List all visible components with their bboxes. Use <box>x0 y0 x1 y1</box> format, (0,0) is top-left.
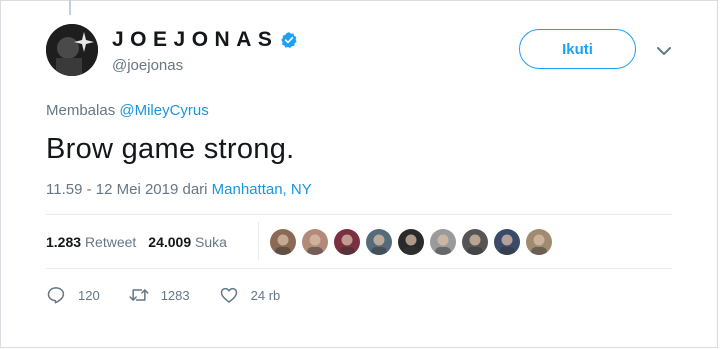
likes-stat[interactable]: 24.009 Suka <box>148 234 227 250</box>
like-icon <box>220 287 237 303</box>
retweets-stat[interactable]: 1.283 Retweet <box>46 234 136 250</box>
reply-prefix: Membalas <box>46 102 116 119</box>
liker-avatar[interactable] <box>494 229 520 255</box>
reply-count: 120 <box>78 287 100 303</box>
liker-avatar[interactable] <box>302 229 328 255</box>
chevron-down-icon[interactable] <box>656 44 672 56</box>
tweet-timestamp[interactable]: 11.59 - 12 Mei 2019 dari <box>46 181 208 198</box>
retweets-count: 1.283 <box>46 234 82 250</box>
thread-line <box>69 0 71 15</box>
liker-avatar[interactable] <box>398 229 424 255</box>
tweet-stats: 1.283 Retweet 24.009 Suka <box>46 233 239 251</box>
likes-label: Suka <box>195 234 227 250</box>
divider-bottom <box>46 268 672 269</box>
stats-separator <box>258 222 259 260</box>
liker-avatar[interactable] <box>430 229 456 255</box>
display-name-text: JOEJONAS <box>112 28 279 51</box>
tweet-text: Brow game strong. <box>46 133 295 165</box>
retweet-count: 1283 <box>160 287 190 303</box>
reply-context: Membalas @MileyCyrus <box>46 102 209 119</box>
retweet-icon <box>129 289 149 301</box>
divider-top <box>46 214 672 215</box>
verified-badge-icon <box>280 31 298 49</box>
like-action[interactable]: 24 rb <box>219 285 281 305</box>
like-count: 24 rb <box>250 287 281 303</box>
likes-count: 24.009 <box>148 234 192 250</box>
liker-avatar[interactable] <box>270 229 296 255</box>
tweet-location-link[interactable]: Manhattan, NY <box>212 181 312 198</box>
follow-button[interactable]: Ikuti <box>519 29 636 69</box>
avatar[interactable] <box>46 24 98 76</box>
retweets-label: Retweet <box>84 234 137 250</box>
user-handle[interactable]: @joejonas <box>112 57 183 74</box>
liker-avatar[interactable] <box>462 229 488 255</box>
tweet-actions: 120 1283 24 rb <box>46 285 309 305</box>
tweet-meta: 11.59 - 12 Mei 2019 dari Manhattan, NY <box>46 181 312 198</box>
liker-avatar[interactable] <box>366 229 392 255</box>
liker-avatars <box>270 229 558 255</box>
retweet-action[interactable]: 1283 <box>129 285 190 305</box>
reply-icon <box>47 287 65 304</box>
reply-action[interactable]: 120 <box>46 285 100 305</box>
display-name[interactable]: JOEJONAS <box>112 28 298 52</box>
liker-avatar[interactable] <box>526 229 552 255</box>
liker-avatar[interactable] <box>334 229 360 255</box>
reply-mention-link[interactable]: @MileyCyrus <box>119 102 208 119</box>
